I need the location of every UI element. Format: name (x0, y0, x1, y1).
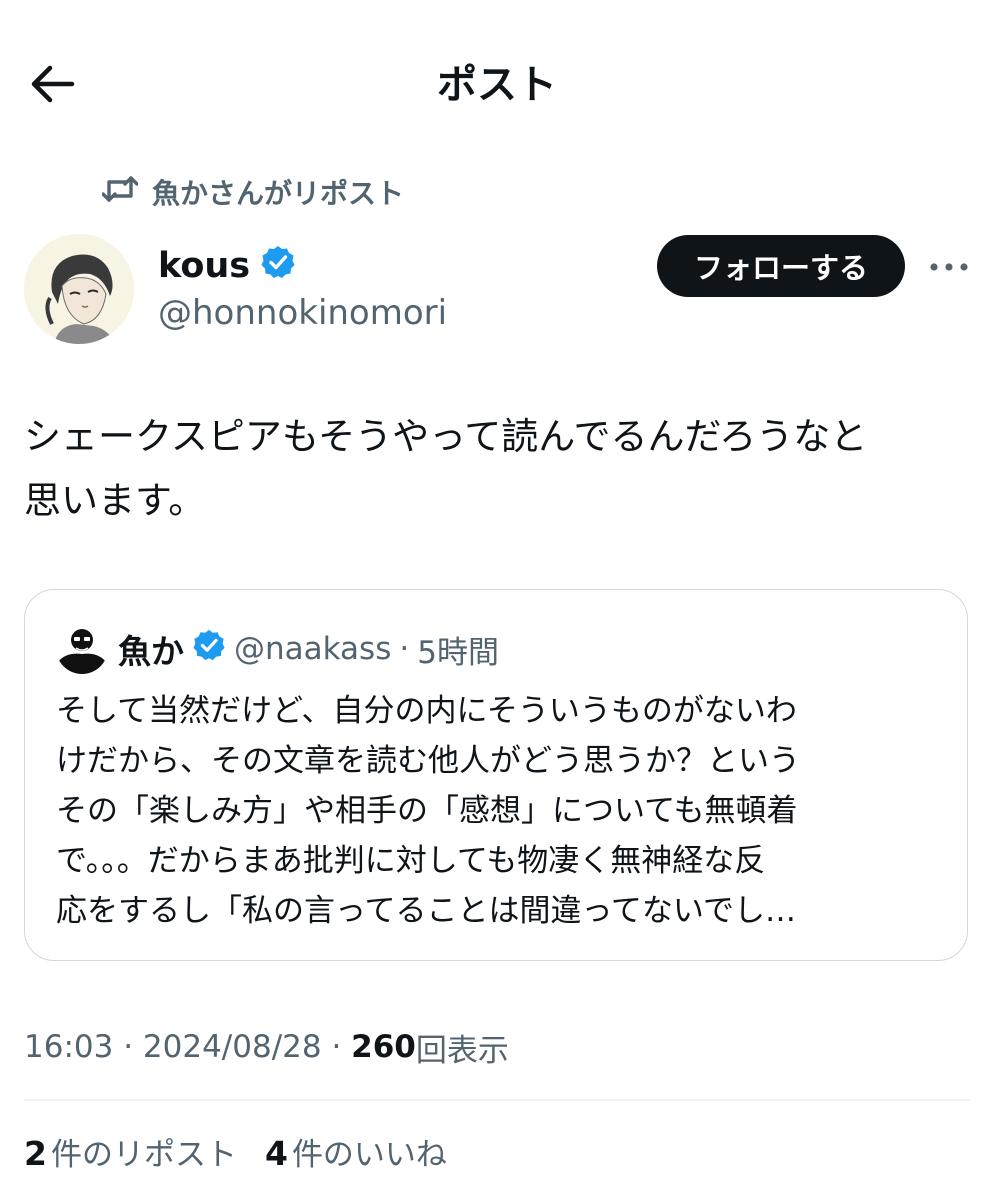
author-handle[interactable]: @honnokinomori (158, 291, 447, 335)
post-text: シェークスピアもそうやって読んでるんだろうなと 思います。 (24, 415, 868, 522)
verified-badge-icon (192, 628, 226, 670)
post-time: 16:03 (24, 1029, 114, 1065)
view-count: 260 (351, 1029, 416, 1065)
author-display-name: kous (158, 246, 251, 286)
repost-context-text: 魚かさんがリポスト (152, 177, 405, 210)
reposts-label: 件のリポスト (50, 1136, 237, 1173)
quoted-avatar-image (56, 622, 108, 674)
separator-dot: · (321, 1029, 352, 1065)
likes-stat[interactable]: 4 件のいいね (265, 1129, 447, 1174)
quoted-post-time: 5時間 (417, 634, 499, 671)
quoted-author-name: 魚か (118, 632, 184, 671)
follow-button[interactable]: フォローする (657, 235, 905, 297)
likes-count: 4 (264, 1133, 288, 1173)
likes-label: 件のいいね (291, 1136, 447, 1173)
separator-dot: · (399, 631, 410, 667)
divider (24, 1099, 970, 1101)
verified-badge-icon (260, 244, 296, 289)
author-avatar[interactable] (24, 234, 134, 344)
quoted-post-header: 魚か @naakass · 5時間 (118, 627, 499, 671)
separator-dot: · (113, 1029, 143, 1065)
reposts-stat[interactable]: 2 件のリポスト (24, 1129, 237, 1174)
quoted-author-handle: @naakass (234, 631, 392, 667)
reposts-count: 2 (24, 1133, 47, 1173)
quoted-author-avatar (56, 622, 108, 674)
more-options-button[interactable] (924, 250, 974, 282)
avatar-illustration (24, 234, 134, 344)
repost-icon (101, 174, 139, 211)
page-title: ポスト (437, 62, 557, 108)
view-count-label: 回表示 (415, 1032, 509, 1069)
author-name[interactable]: kous (158, 243, 296, 289)
post-date: 2024/08/28 (142, 1029, 322, 1065)
post-stats: 2 件のリポスト 4 件のいいね (24, 1128, 447, 1174)
more-dots-icon (929, 257, 969, 276)
quoted-post-text: そして当然だけど、自分の内にそういうものがないわ けだから、その文章を読む他人が… (56, 693, 800, 929)
repost-context: 魚かさんがリポスト (101, 170, 405, 214)
post-meta: 16:03 · 2024/08/28 · 260 回表示 (24, 1024, 509, 1070)
